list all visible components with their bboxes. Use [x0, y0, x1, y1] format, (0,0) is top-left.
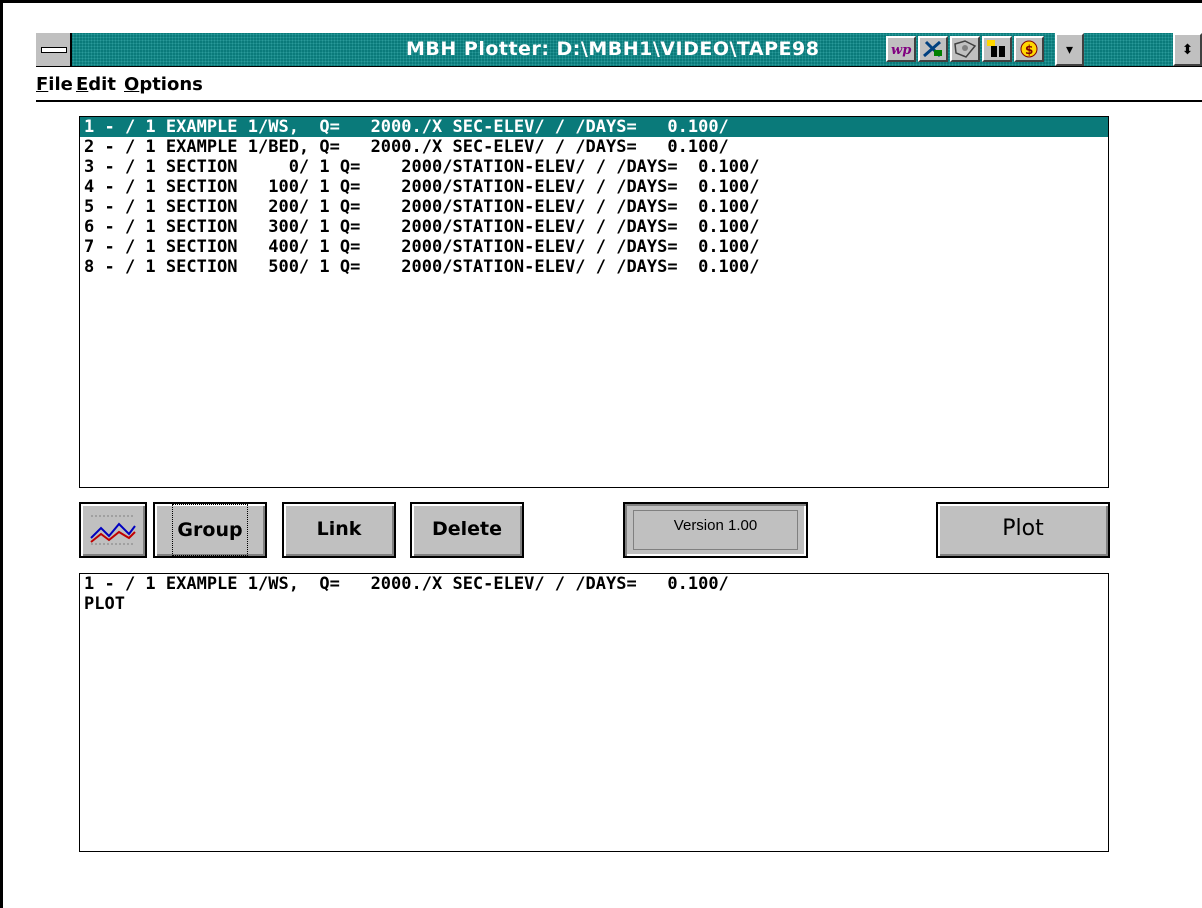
delete-button[interactable]: Delete	[410, 502, 524, 558]
version-display: Version 1.00	[623, 502, 808, 558]
menu-edit-rest: dit	[88, 74, 116, 95]
wp-icon[interactable]: wp	[886, 36, 916, 62]
menu-edit-accel: E	[76, 74, 89, 95]
profile-list[interactable]: 1 - / 1 EXAMPLE 1/WS, Q= 2000./X SEC-ELE…	[79, 116, 1109, 488]
group-button[interactable]: Group	[153, 502, 267, 558]
list-item[interactable]: 7 - / 1 SECTION 400/ 1 Q= 2000/STATION-E…	[80, 237, 1108, 257]
system-menu-button[interactable]	[36, 33, 72, 66]
list-item[interactable]: 3 - / 1 SECTION 0/ 1 Q= 2000/STATION-ELE…	[80, 157, 1108, 177]
delete-button-label: Delete	[431, 518, 503, 540]
group-button-label: Group	[172, 504, 248, 556]
minimize-button[interactable]: ▾	[1055, 33, 1084, 66]
link-button-label: Link	[316, 518, 362, 540]
menu-options[interactable]: Options	[124, 74, 203, 95]
list-item[interactable]: PLOT	[80, 594, 1108, 614]
menu-file[interactable]: File	[36, 74, 73, 95]
list-item[interactable]: 5 - / 1 SECTION 200/ 1 Q= 2000/STATION-E…	[80, 197, 1108, 217]
list-item[interactable]: 4 - / 1 SECTION 100/ 1 Q= 2000/STATION-E…	[80, 177, 1108, 197]
menu-bar: File Edit Options	[36, 67, 1202, 102]
line-chart-icon	[90, 515, 136, 545]
menu-options-accel: O	[124, 74, 140, 95]
version-label: Version 1.00	[633, 510, 798, 550]
list-item[interactable]: 6 - / 1 SECTION 300/ 1 Q= 2000/STATION-E…	[80, 217, 1108, 237]
plot-queue-list[interactable]: 1 - / 1 EXAMPLE 1/WS, Q= 2000./X SEC-ELE…	[79, 573, 1109, 852]
system-menu-icon	[41, 47, 67, 53]
map-icon[interactable]	[950, 36, 980, 62]
menu-file-rest: ile	[48, 74, 73, 95]
svg-text:wp: wp	[891, 43, 911, 58]
menu-edit[interactable]: Edit	[76, 74, 116, 95]
list-item[interactable]: 8 - / 1 SECTION 500/ 1 Q= 2000/STATION-E…	[80, 257, 1108, 277]
menu-options-rest: ptions	[139, 74, 203, 95]
plot-button[interactable]: Plot	[936, 502, 1110, 558]
binoculars-icon[interactable]	[982, 36, 1012, 62]
link-button[interactable]: Link	[282, 502, 396, 558]
list-item[interactable]: 1 - / 1 EXAMPLE 1/WS, Q= 2000./X SEC-ELE…	[80, 117, 1108, 137]
chart-button[interactable]	[79, 502, 147, 558]
svg-text:$: $	[1025, 43, 1033, 57]
plot-button-label: Plot	[1002, 516, 1044, 541]
list-item[interactable]: 1 - / 1 EXAMPLE 1/WS, Q= 2000./X SEC-ELE…	[80, 574, 1108, 594]
menu-file-accel: F	[36, 74, 49, 95]
tools-icon[interactable]	[918, 36, 948, 62]
dollar-icon[interactable]: $	[1014, 36, 1044, 62]
list-item[interactable]: 2 - / 1 EXAMPLE 1/BED, Q= 2000./X SEC-EL…	[80, 137, 1108, 157]
window-title: MBH Plotter: D:\MBH1\VIDEO\TAPE98	[406, 38, 820, 60]
restore-button[interactable]: ⬍	[1173, 33, 1202, 66]
title-bar: MBH Plotter: D:\MBH1\VIDEO\TAPE98 wp $ ▾…	[36, 33, 1202, 67]
